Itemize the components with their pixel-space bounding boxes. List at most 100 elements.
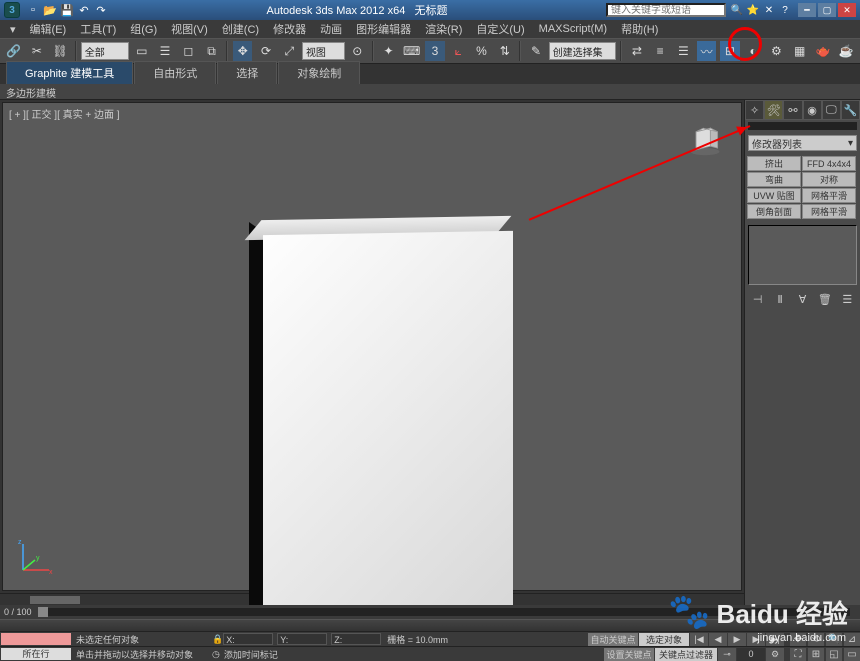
menu-views[interactable]: 视图(V) [165,20,214,38]
menu-customize[interactable]: 自定义(U) [470,20,530,38]
open-icon[interactable]: 📂 [43,3,57,17]
mod-uvw-button[interactable]: UVW 贴图 [747,188,801,203]
select-icon[interactable]: ▭ [131,40,152,62]
mod-meshsmooth-button[interactable]: 网格平滑 [802,188,856,203]
fov-icon[interactable]: ⊿ [844,633,860,646]
zoom-extents-icon[interactable]: ⛶ [790,648,806,661]
viewport[interactable]: [ + ][ 正交 ][ 真实 + 边面 ] z x y [2,102,742,591]
app-logo-icon[interactable]: 3 [4,2,20,18]
lock-icon[interactable]: 🔒 [212,634,223,645]
bind-icon[interactable]: ⛓ [50,40,71,62]
coord-y-input[interactable]: Y: [277,633,327,645]
menu-rendering[interactable]: 渲染(R) [419,20,468,38]
tab-graphite[interactable]: Graphite 建模工具 [6,61,133,84]
menu-animation[interactable]: 动画 [314,20,348,38]
snap-toggle-icon[interactable]: 3 [424,40,445,62]
menu-maxscript[interactable]: MAXScript(M) [533,22,613,36]
close-button[interactable]: ✕ [838,3,856,17]
tab-selection[interactable]: 选择 [217,61,277,84]
unlink-icon[interactable]: ✂ [26,40,47,62]
setkey-button[interactable]: 设置关键点 [604,648,654,661]
coord-x-input[interactable]: X: [223,633,273,645]
save-icon[interactable]: 💾 [60,3,74,17]
subscription-icon[interactable]: ⭐ [746,3,760,17]
mod-symmetry-button[interactable]: 对称 [802,172,856,187]
material-editor-icon[interactable]: ◐ [743,40,764,62]
viewport-label[interactable]: [ + ][ 正交 ][ 真实 + 边面 ] [9,106,120,121]
select-region-icon[interactable]: ◻ [178,40,199,62]
time-slider-handle[interactable] [38,607,48,617]
mod-meshsmooth2-button[interactable]: 网格平滑 [802,204,856,219]
new-icon[interactable]: ▫ [26,3,40,17]
menu-help[interactable]: 帮助(H) [615,20,664,38]
keymode-toggle-icon[interactable]: ⊸ [718,648,736,661]
keymode-icon[interactable]: ⌨ [401,40,422,62]
search-go-icon[interactable]: 🔍 [730,3,744,17]
tab-objectpaint[interactable]: 对象绘制 [278,61,360,84]
zoom-all-icon[interactable]: ⊞ [808,648,824,661]
menu-grapheditors[interactable]: 图形编辑器 [350,20,417,38]
tab-motion-icon[interactable]: ◉ [803,100,822,120]
link-icon[interactable]: 🔗 [3,40,24,62]
help-icon[interactable]: ? [778,3,792,17]
autokey-button[interactable]: 自动关键点 [588,633,638,646]
align-icon[interactable]: ≡ [650,40,671,62]
time-tag-icon[interactable]: ◷ [212,649,220,660]
max-toggle-icon[interactable]: ◱ [826,648,842,661]
maximize-button[interactable]: ▢ [818,3,836,17]
current-frame-input[interactable]: 0 [737,648,765,661]
named-selection-dropdown[interactable]: 创建选择集 [549,42,617,60]
schematic-icon[interactable]: ⊞ [719,40,740,62]
script-listener-mini[interactable] [1,633,71,645]
menu-app-icon[interactable]: ▾ [4,22,22,37]
prev-frame-icon[interactable]: ◀ [709,633,727,646]
object-color-swatch[interactable] [748,122,857,130]
named-sel-edit-icon[interactable]: ✎ [525,40,546,62]
undo-icon[interactable]: ↶ [77,3,91,17]
tab-display-icon[interactable]: 🖵 [822,100,841,120]
refcoord-dropdown[interactable]: 视图 [302,42,345,60]
percent-snap-icon[interactable]: % [471,40,492,62]
viewcube-icon[interactable] [687,121,723,157]
region-zoom-icon[interactable]: ▭ [844,648,860,661]
mirror-icon[interactable]: ⇄ [626,40,647,62]
mod-extrude-button[interactable]: 挤出 [747,156,801,171]
modifier-stack[interactable] [748,225,857,285]
tab-hierarchy-icon[interactable]: ⚯ [783,100,802,120]
play-icon[interactable]: ▶ [728,633,746,646]
time-config-icon[interactable]: ⚙ [766,648,784,661]
angle-snap-icon[interactable]: ⟀ [448,40,469,62]
menu-edit[interactable]: 编辑(E) [24,20,73,38]
menu-create[interactable]: 创建(C) [216,20,265,38]
add-time-tag[interactable]: 添加时间标记 [224,648,278,661]
mod-bevelprofile-button[interactable]: 倒角剖面 [747,204,801,219]
help-search-input[interactable] [606,3,726,17]
render-setup-icon[interactable]: ⚙ [766,40,787,62]
render-prod-icon[interactable]: 🫖 [812,40,833,62]
pin-stack-icon[interactable]: ⊣ [751,292,765,306]
select-move-icon[interactable]: ✥ [232,40,253,62]
coord-z-input[interactable]: Z: [331,633,381,645]
pivot-icon[interactable]: ⊙ [347,40,368,62]
show-end-icon[interactable]: Ⅱ [773,292,787,306]
selection-filter-dropdown[interactable]: 全部 [81,42,129,60]
tab-utilities-icon[interactable]: 🔧 [841,100,860,120]
keyfilters-button[interactable]: 关键点过滤器 [655,648,717,661]
menu-modifiers[interactable]: 修改器 [267,20,312,38]
render-frame-icon[interactable]: ▦ [789,40,810,62]
goto-start-icon[interactable]: |◀ [690,633,708,646]
select-name-icon[interactable]: ☰ [154,40,175,62]
select-rotate-icon[interactable]: ⟳ [255,40,276,62]
window-crossing-icon[interactable]: ⧉ [201,40,222,62]
curve-editor-icon[interactable]: 〰 [696,40,717,62]
select-scale-icon[interactable]: ⤢ [279,40,300,62]
selected-dropdown[interactable]: 选定对象 [639,633,689,646]
tab-freeform[interactable]: 自由形式 [134,61,216,84]
mod-ffd-button[interactable]: FFD 4x4x4 [802,156,856,171]
tab-create-icon[interactable]: ✧ [745,100,764,120]
minimize-button[interactable]: ━ [798,3,816,17]
configure-icon[interactable]: ☰ [840,292,854,306]
tab-modify-icon[interactable]: 🛠 [764,100,783,120]
render-iter-icon[interactable]: ☕ [836,40,857,62]
redo-icon[interactable]: ↷ [94,3,108,17]
